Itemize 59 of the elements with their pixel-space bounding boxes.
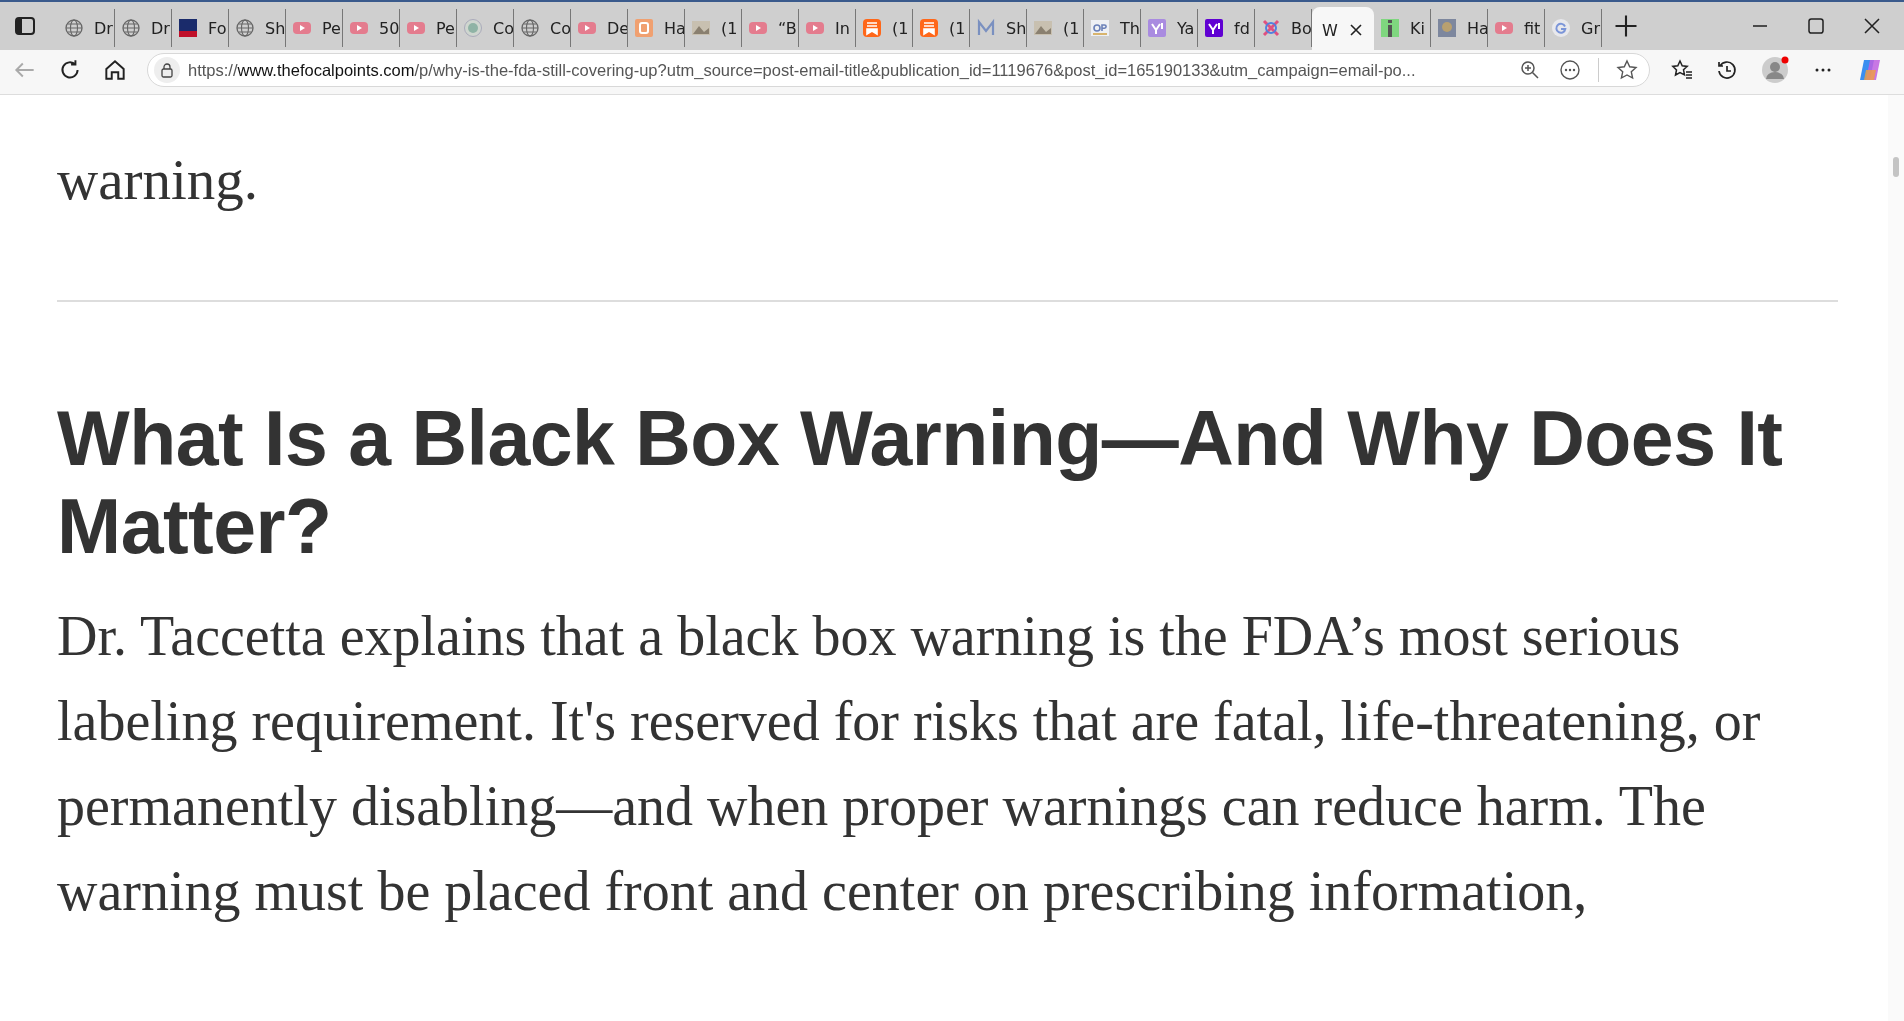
browser-tab[interactable]: (1 — [856, 9, 913, 47]
thumbnail-icon — [691, 18, 711, 38]
yahoo-icon — [1147, 18, 1167, 38]
browser-tab[interactable]: 50 — [343, 9, 400, 47]
star-icon[interactable] — [1615, 58, 1639, 82]
scrollbar[interactable] — [1888, 95, 1904, 1021]
globe-icon — [121, 18, 141, 38]
browser-tab[interactable]: Ha — [1431, 9, 1488, 47]
close-icon[interactable] — [1347, 22, 1364, 38]
more-icon[interactable] — [1558, 58, 1582, 82]
m-letter-icon — [976, 18, 996, 38]
avatar-icon[interactable] — [1760, 55, 1790, 85]
browser-tab[interactable]: Dr — [115, 9, 172, 47]
thumbnail-icon — [1033, 18, 1053, 38]
browser-tab[interactable]: Sh — [970, 9, 1027, 47]
browser-tab[interactable]: Th — [1084, 9, 1141, 47]
bookmark-icon — [862, 18, 882, 38]
news-logo-icon — [178, 18, 198, 38]
scroll-thumb[interactable] — [1893, 157, 1899, 177]
url-text: https://www.thefocalpoints.com/p/why-is-the-fda-still-covering-up?utm_source=post-email-title&publication_id=1119676&post_id=165190133&utm_campaign=email-po... — [188, 60, 1417, 80]
body-paragraph: Dr. Taccetta explains that a black box warning is the FDA’s most serious labeling requirement. It's reserved for risks that are fatal, life-threatening, or permanently disabling—and when proper warnings can reduce harm. The warning must be placed front and center on prescribing information, — [57, 604, 1762, 924]
gp-logo-icon — [1090, 18, 1110, 38]
globe-icon — [64, 18, 84, 38]
browser-tab[interactable]: Pe — [286, 9, 343, 47]
globe-icon — [520, 18, 540, 38]
favorites-icon[interactable] — [1670, 58, 1694, 82]
browser-tab[interactable]: fit — [1488, 9, 1545, 47]
paragraph-ending: warning. — [57, 147, 260, 213]
history-icon[interactable] — [1715, 58, 1739, 82]
g-letter-icon — [1551, 18, 1571, 38]
browser-tab[interactable]: Gr — [1545, 9, 1602, 47]
i-letter-icon — [1380, 18, 1400, 38]
address-field[interactable]: https://www.thefocalpoints.com/p/why-is-the-fda-still-covering-up?utm_source=post-email-title&publication_id=1119676&post_id=165190133&utm_campaign=email-po... — [147, 53, 1650, 87]
browser-tab[interactable]: Co — [514, 9, 571, 47]
browser-tab[interactable]: Sh — [229, 9, 286, 47]
browser-tab[interactable]: Ki — [1374, 9, 1431, 47]
home-icon[interactable] — [102, 57, 128, 83]
browser-tab[interactable]: Pe — [400, 9, 457, 47]
browser-tab[interactable]: W — [1312, 7, 1374, 53]
browser-tab[interactable]: Dr — [58, 9, 115, 47]
browser-tab[interactable]: Co — [457, 9, 514, 47]
bookmark-icon — [919, 18, 939, 38]
browser-tab[interactable]: Ya — [1141, 9, 1198, 47]
square-icon — [634, 18, 654, 38]
seal-icon — [463, 18, 483, 38]
browser-tab[interactable]: In — [799, 9, 856, 47]
browser-tab[interactable]: (1 — [685, 9, 742, 47]
yahoo-icon — [1204, 18, 1224, 38]
browser-tab[interactable]: (1 — [1027, 9, 1084, 47]
section-heading: What Is a Black Box Warning—And Why Does It Matter? — [57, 394, 1784, 570]
browser-tab[interactable]: Ha — [628, 9, 685, 47]
knot-icon — [1261, 18, 1281, 38]
browser-tab[interactable]: fd — [1198, 9, 1255, 47]
browser-tab[interactable]: Fo — [172, 9, 229, 47]
lock-icon[interactable] — [159, 62, 175, 78]
browser-tab[interactable]: “B — [742, 9, 799, 47]
globe-icon — [235, 18, 255, 38]
tab-actions-icon[interactable] — [13, 14, 37, 38]
browser-tab[interactable]: (1 — [913, 9, 970, 47]
